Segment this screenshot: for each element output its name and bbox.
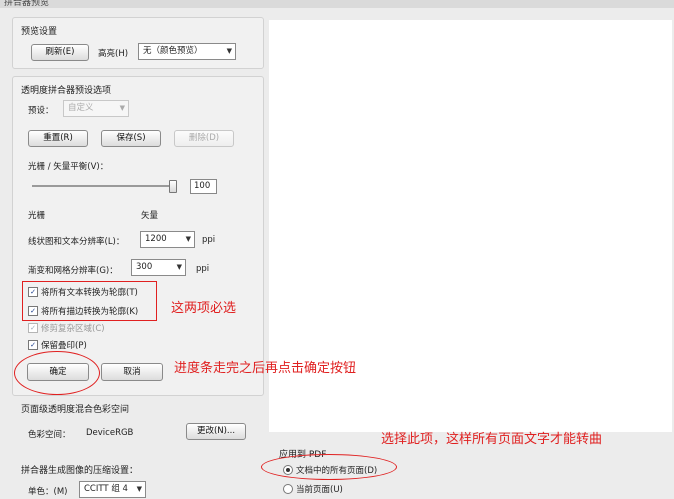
- clip-complex-checkbox[interactable]: ✓: [28, 323, 38, 333]
- checkbox-note: 这两项必选: [171, 301, 237, 316]
- delete-button[interactable]: 删除(D): [174, 130, 234, 147]
- preserve-overprint-label: 保留叠印(P): [41, 341, 87, 351]
- balance-value: 100: [194, 181, 211, 191]
- color-space-label: 色彩空间：: [28, 430, 71, 440]
- ok-note: 进度条走完之后再点击确定按钮: [174, 361, 357, 376]
- window-titlebar: 拼合器预览: [0, 0, 674, 8]
- chevron-down-icon: ▼: [185, 235, 191, 243]
- balance-slider-track[interactable]: [32, 185, 177, 187]
- gradient-res-value: 300: [136, 262, 153, 272]
- all-pages-highlight-ellipse: [261, 454, 397, 480]
- page-blend-title: 页面级透明度混合色彩空间: [21, 405, 130, 415]
- preserve-overprint-checkbox[interactable]: ✓: [28, 340, 38, 350]
- gradient-res-label: 渐变和网格分辨率(G)：: [28, 266, 118, 276]
- color-space-value: DeviceRGB: [86, 428, 134, 438]
- chevron-down-icon: ▼: [176, 263, 182, 271]
- mono-compression-value: CCITT 组 4: [84, 484, 128, 494]
- save-button[interactable]: 保存(S): [101, 130, 161, 147]
- line-res-label: 线状图和文本分辨率(L)：: [28, 237, 125, 247]
- apply-note: 选择此项，这样所有页面文字才能转曲: [381, 432, 603, 447]
- line-res-value: 1200: [145, 234, 167, 244]
- highlight-label: 高亮(H): [98, 49, 129, 59]
- refresh-button[interactable]: 刷新(E): [31, 44, 89, 61]
- raster-label: 光栅: [28, 211, 46, 221]
- chevron-down-icon: ▼: [226, 47, 232, 55]
- transparency-title: 透明度拼合器预设选项: [21, 86, 112, 96]
- highlight-select-value: 无（颜色预览）: [143, 46, 203, 56]
- gradient-res-unit: ppi: [196, 264, 210, 274]
- current-page-radio[interactable]: [283, 484, 293, 494]
- preset-label: 预设：: [28, 106, 54, 116]
- balance-value-input[interactable]: 100: [190, 179, 217, 194]
- preset-select-value: 自定义: [68, 103, 94, 113]
- mono-label: 单色：(M): [28, 487, 68, 497]
- window-title: 拼合器预览: [4, 0, 50, 8]
- highlight-select[interactable]: 无（颜色预览） ▼: [138, 43, 236, 60]
- current-page-label: 当前页面(U): [296, 485, 343, 495]
- line-res-unit: ppi: [202, 235, 216, 245]
- balance-label: 光栅 / 矢量平衡(V)：: [28, 162, 109, 172]
- preview-settings-title: 预览设置: [21, 27, 58, 37]
- reset-button[interactable]: 重置(R): [28, 130, 88, 147]
- cancel-button[interactable]: 取消: [101, 363, 163, 381]
- mono-compression-select[interactable]: CCITT 组 4 ▼: [79, 481, 146, 498]
- gradient-res-select[interactable]: 300 ▼: [131, 259, 186, 276]
- preset-select[interactable]: 自定义 ▼: [63, 100, 129, 117]
- chevron-down-icon: ▼: [119, 104, 125, 112]
- change-color-space-button[interactable]: 更改(N)...: [186, 423, 246, 440]
- ok-highlight-ellipse: [14, 351, 100, 395]
- chevron-down-icon: ▼: [136, 485, 142, 493]
- line-res-select[interactable]: 1200 ▼: [140, 231, 195, 248]
- clip-complex-label: 修剪复杂区域(C): [41, 324, 105, 334]
- checkbox-highlight-box: [22, 281, 157, 321]
- vector-label: 矢量: [141, 211, 159, 221]
- balance-slider-thumb[interactable]: [168, 180, 177, 193]
- compression-title: 拼合器生成图像的压缩设置：: [21, 466, 139, 476]
